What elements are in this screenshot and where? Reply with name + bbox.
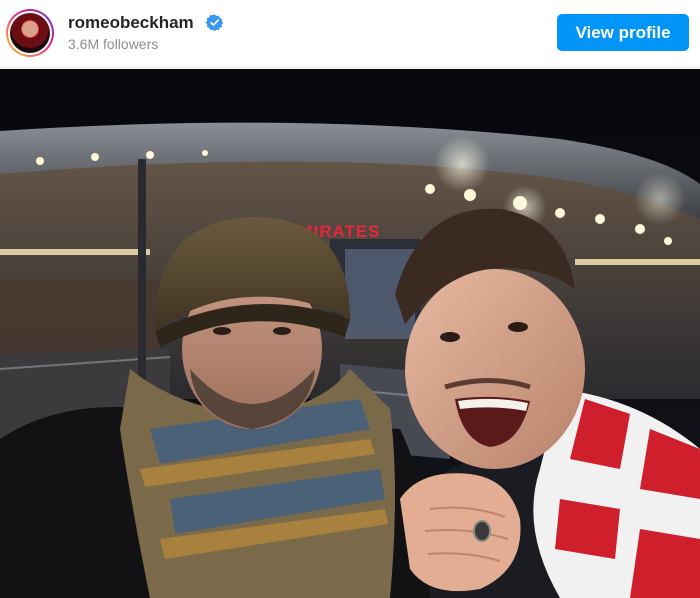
post-photo[interactable]: EMIRATES (0, 69, 700, 598)
view-profile-button[interactable]: View profile (557, 14, 689, 51)
profile-avatar[interactable] (6, 9, 54, 57)
username[interactable]: romeobeckham (68, 13, 194, 33)
avatar-image (10, 13, 50, 53)
follower-count: 3.6M followers (68, 36, 159, 52)
selfie-image: EMIRATES (0, 69, 700, 598)
post-header: romeobeckham 3.6M followers View profile (0, 0, 700, 68)
verified-badge-icon (206, 14, 223, 31)
instagram-embed: romeobeckham 3.6M followers View profile (0, 0, 700, 598)
avatar-ring (8, 11, 52, 55)
